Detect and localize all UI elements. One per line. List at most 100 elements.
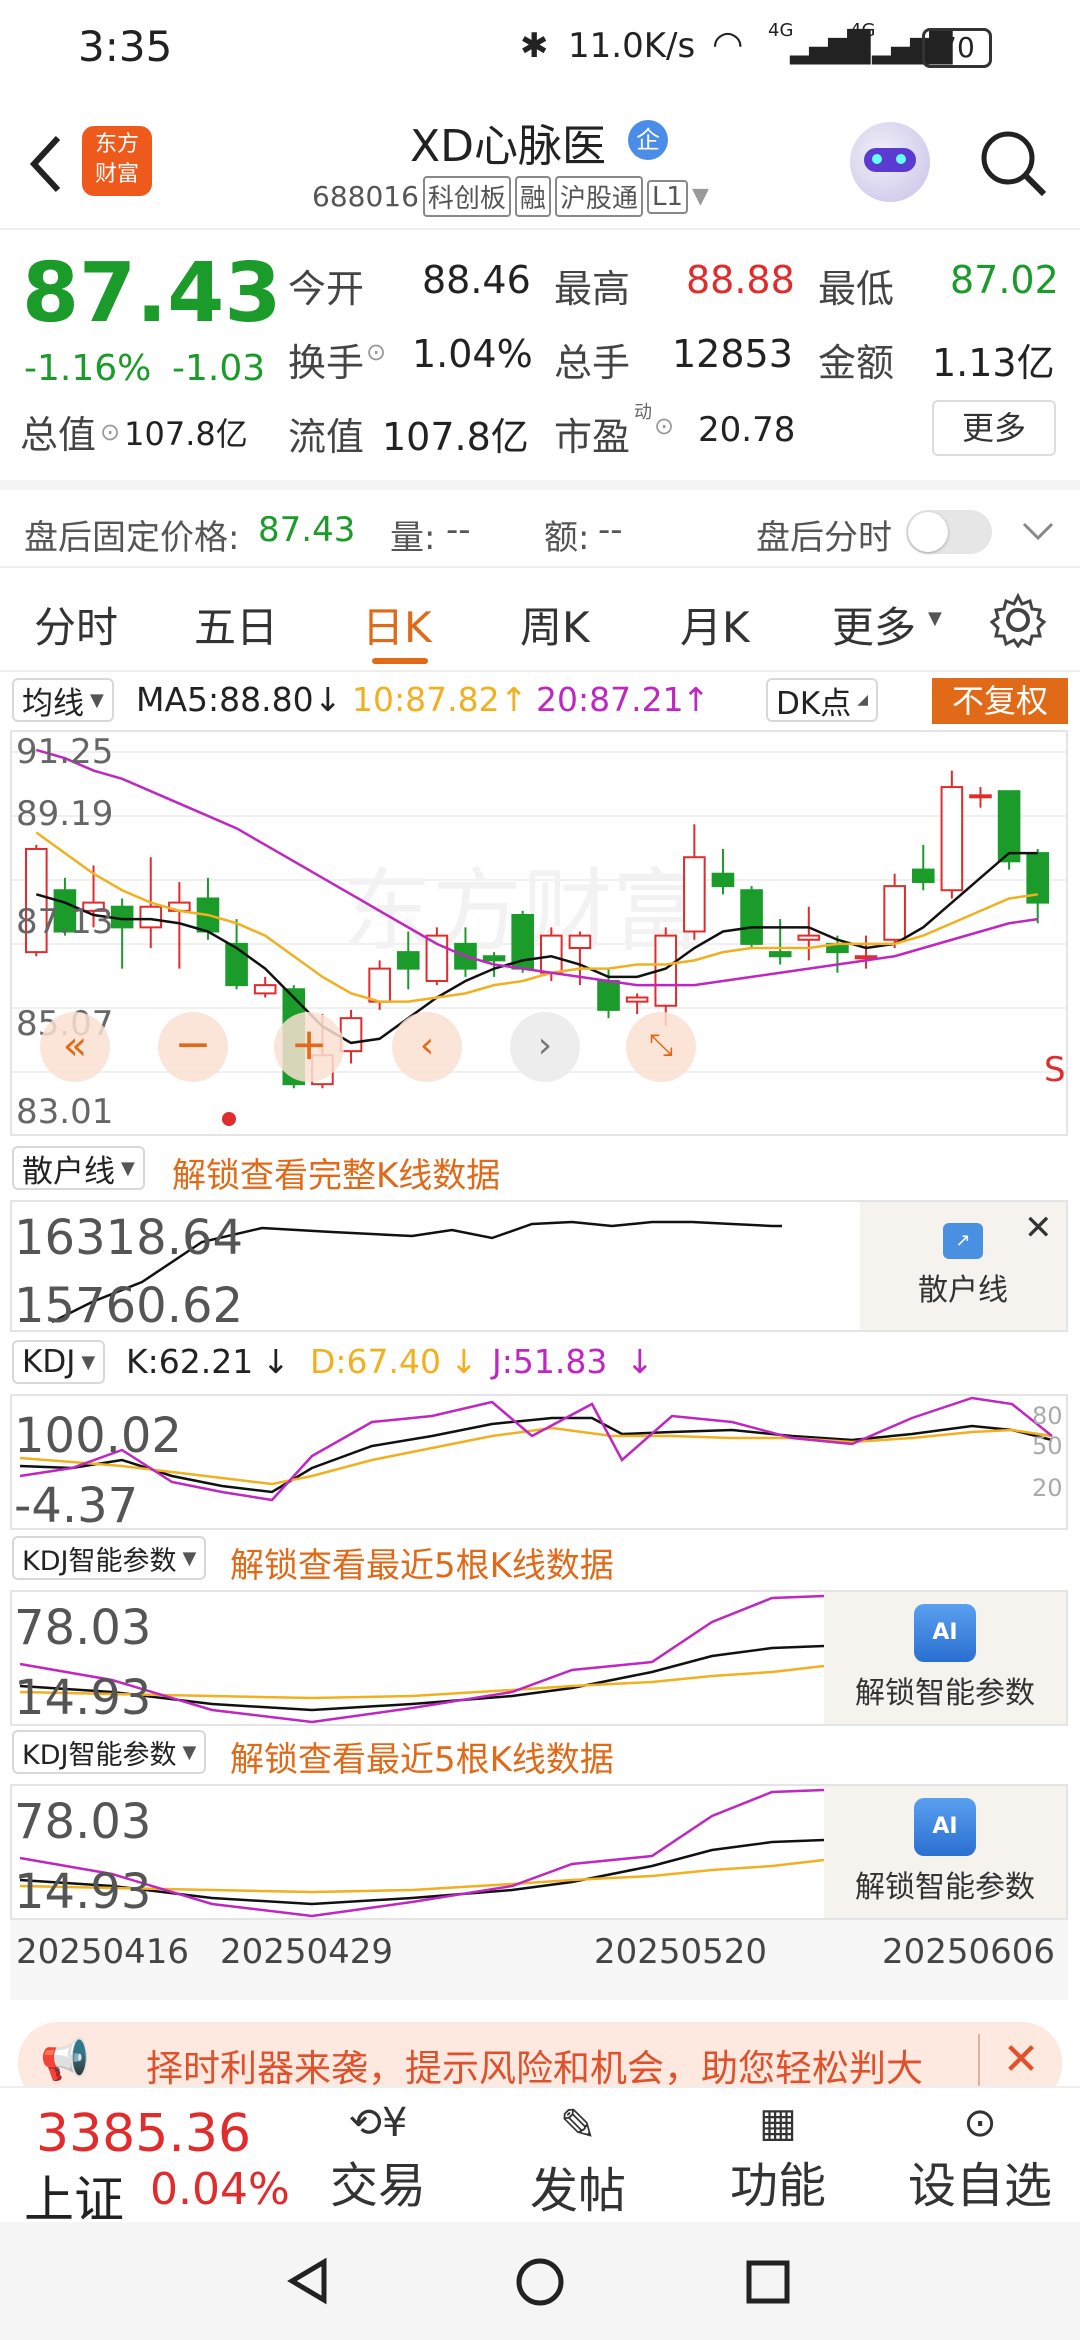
- index-value: 3385.36: [36, 2104, 252, 2164]
- tab-intraday[interactable]: 分时: [34, 594, 118, 655]
- enterprise-badge: 企: [628, 120, 668, 160]
- bottom-bar: 3385.36 上证 0.04% ⟲¥ 交易 ✎ 发帖 ▦ 功能 ⊙ 设自选: [0, 2086, 1080, 2229]
- tags-dropdown-icon[interactable]: ▼: [692, 184, 709, 209]
- tag-star-board: 科创板: [422, 176, 511, 217]
- kdj-k-arrow-icon: ↓: [262, 1342, 290, 1381]
- candle-body: [883, 885, 906, 941]
- tab-more[interactable]: 更多: [832, 594, 916, 655]
- smart2-unlock-card[interactable]: AI 解锁智能参数: [824, 1786, 1066, 1918]
- scroll-right-icon[interactable]: ›: [510, 1012, 580, 1082]
- current-price: 87.43: [22, 246, 282, 341]
- close-icon[interactable]: ✕: [1024, 1208, 1053, 1248]
- tab-weekly-k[interactable]: 周K: [520, 594, 590, 655]
- date-label-2: 20250429: [220, 1932, 394, 1972]
- date-axis: 20250416 20250429 20250520 20250606: [10, 1920, 1068, 2000]
- kline-chart[interactable]: 东方财富 91.25 89.19 87.13 85.07 83.01 « − +…: [10, 730, 1068, 1136]
- pe-value: 20.78: [698, 410, 796, 450]
- kdj-smart1-head: KDJ智能参数 ▼ 解锁查看最近5根K线数据: [0, 1534, 1080, 1586]
- scroll-left-icon[interactable]: ‹: [392, 1012, 462, 1082]
- retail-chart: 16318.64 15760.62 ↗ 散户线 ✕: [10, 1200, 1068, 1334]
- edit-icon: ✎: [559, 2100, 597, 2151]
- candle-body: [225, 942, 248, 987]
- robot-avatar-icon[interactable]: [850, 122, 930, 202]
- after-hours-toggle[interactable]: [906, 510, 992, 554]
- expand-chevron-icon[interactable]: [1020, 520, 1056, 544]
- turnover-value: 1.04%: [412, 332, 533, 376]
- nav-post[interactable]: ✎ 发帖: [518, 2100, 638, 2221]
- kdj-smart2-unlock-link[interactable]: 解锁查看最近5根K线数据: [230, 1732, 614, 1781]
- ma-dropdown[interactable]: 均线 ▼: [12, 678, 114, 722]
- adjust-button[interactable]: 不复权: [932, 678, 1068, 724]
- brand-logo[interactable]: 东方 财富: [82, 126, 152, 196]
- dk-point-button[interactable]: DK点 ◢: [766, 678, 878, 722]
- float-label: 流值: [288, 415, 365, 459]
- kdj-level-20: 20: [1032, 1474, 1063, 1502]
- kdj-head: KDJ ▼ K:62.21 ↓ D:67.40 ↓ J:51.83 ↓: [0, 1338, 1080, 1390]
- status-bar: 3:35 ✱ 11.0K/s ◠ 4G ▂▄▆█ 4G ▂▄▆█ 70: [0, 0, 1080, 100]
- kdj-smart2-dropdown[interactable]: KDJ智能参数 ▼: [12, 1730, 207, 1774]
- pe-sup: 动: [634, 402, 652, 423]
- kdj-level-80: 80: [1032, 1402, 1063, 1430]
- index-ticker[interactable]: 3385.36 上证 0.04%: [0, 2088, 290, 2229]
- low-label: 最低: [818, 267, 895, 311]
- candle-body: [425, 934, 449, 983]
- net-speed: 11.0K/s: [568, 26, 696, 66]
- retail-y-bot: 15760.62: [14, 1278, 244, 1334]
- scroll-first-icon[interactable]: «: [40, 1012, 110, 1082]
- kdj-smart1-unlock-link[interactable]: 解锁查看最近5根K线数据: [230, 1538, 614, 1587]
- candle-body: [396, 951, 420, 970]
- stock-code: 688016: [312, 180, 419, 213]
- tab-five-day[interactable]: 五日: [194, 594, 278, 655]
- search-icon[interactable]: [976, 126, 1050, 200]
- candle-body: [768, 951, 792, 958]
- nav-function[interactable]: ▦ 功能: [718, 2100, 838, 2216]
- open-value: 88.46: [422, 258, 531, 302]
- smart1-unlock-card[interactable]: AI 解锁智能参数: [824, 1592, 1066, 1724]
- nav-recents-icon[interactable]: [744, 2258, 792, 2306]
- ai-icon: AI: [914, 1604, 976, 1662]
- retail-dropdown[interactable]: 散户线 ▼: [12, 1146, 145, 1190]
- candle-body: [683, 856, 706, 933]
- fullscreen-icon[interactable]: ⤡: [626, 1012, 696, 1082]
- tag-margin: 融: [514, 176, 551, 217]
- info-icon[interactable]: ⊙: [100, 418, 120, 446]
- candle-body: [139, 905, 163, 929]
- change-abs: -1.03: [172, 348, 266, 389]
- ma5-arrow-icon: ↓: [314, 680, 342, 719]
- kdj-d-value: D:67.40: [310, 1342, 442, 1381]
- turnover-info-icon[interactable]: ⊙: [366, 338, 386, 366]
- kdj-smart2-dropdown-label: KDJ智能参数: [22, 1739, 177, 1771]
- kline-y-label-3: 87.13: [16, 902, 114, 942]
- amount-value: 1.13亿: [932, 341, 1055, 385]
- zoom-in-icon[interactable]: +: [274, 1012, 344, 1082]
- kdj-j-value: J:51.83: [492, 1342, 608, 1381]
- nav-add-watchlist[interactable]: ⊙ 设自选: [900, 2100, 1060, 2216]
- nav-back-icon[interactable]: [284, 2256, 334, 2306]
- more-button[interactable]: 更多: [932, 400, 1056, 456]
- kdj-level-50: 50: [1032, 1432, 1063, 1460]
- settings-gear-icon[interactable]: [990, 592, 1046, 648]
- kdj-smart2-chart: 78.03 14.93 AI 解锁智能参数: [10, 1784, 1068, 1920]
- retail-card-label: 散户线: [918, 1273, 1008, 1308]
- after-vol-label: 量:: [390, 518, 436, 558]
- back-chevron-icon[interactable]: [26, 134, 66, 194]
- ma-bar: 均线 ▼ MA5:88.80 ↓ 10:87.82 ↑ 20:87.21 ↑ DK…: [0, 676, 1080, 728]
- tab-monthly-k[interactable]: 月K: [680, 594, 750, 655]
- after-amt-label: 额:: [544, 518, 590, 558]
- ma20-value: 20:87.21: [536, 680, 684, 719]
- ma-dropdown-label: 均线: [22, 685, 84, 722]
- smart1-y-top: 78.03: [14, 1600, 152, 1656]
- system-nav: [0, 2222, 1080, 2340]
- kdj-smart1-dropdown[interactable]: KDJ智能参数 ▼: [12, 1536, 207, 1580]
- candle-body: [940, 786, 964, 892]
- kdj-dropdown[interactable]: KDJ ▼: [12, 1340, 106, 1384]
- banner-close-icon[interactable]: ✕: [978, 2034, 1062, 2094]
- pe-info-icon[interactable]: ⊙: [654, 412, 674, 440]
- retail-unlock-link[interactable]: 解锁查看完整K线数据: [172, 1148, 500, 1197]
- nav-trade[interactable]: ⟲¥ 交易: [318, 2100, 438, 2216]
- zoom-out-icon[interactable]: −: [158, 1012, 228, 1082]
- nav-home-icon[interactable]: [514, 2256, 566, 2308]
- tab-daily-k[interactable]: 日K: [362, 594, 432, 655]
- dk-point-label: DK点: [776, 685, 852, 722]
- stock-name[interactable]: XD心脉医: [410, 110, 606, 174]
